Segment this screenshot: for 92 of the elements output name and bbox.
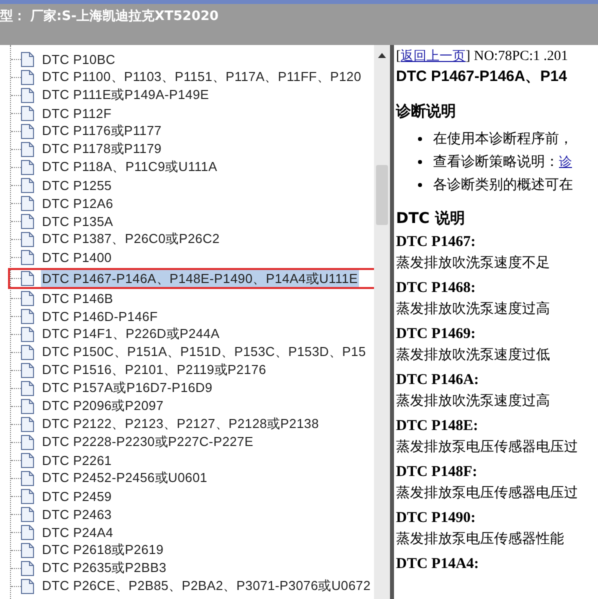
tree-item[interactable]: DTC P1400	[41, 250, 113, 264]
tree-item[interactable]: DTC P2096或P2097	[41, 397, 165, 415]
dtc-code: DTC P1467:	[396, 233, 477, 252]
bullet-icon	[418, 182, 422, 186]
document-icon	[21, 344, 34, 360]
tree-item[interactable]: DTC P12A6	[41, 196, 114, 210]
dtc-code: DTC P1468:	[396, 279, 477, 298]
document-icon	[21, 124, 34, 138]
tree-item[interactable]: DTC P1467-P146A、P148E-P1490、P14A4或U111E	[41, 270, 359, 288]
dtc-code: DTC P148F:	[396, 463, 478, 482]
tree-item[interactable]: DTC P146D-P146F	[41, 308, 159, 324]
tree-item[interactable]: DTC P2261	[41, 452, 113, 468]
bullet-text: 查看诊断策略说明：诊	[433, 152, 572, 170]
document-icon	[21, 506, 34, 522]
bracket: [	[396, 49, 401, 64]
bullet-icon	[418, 160, 422, 164]
dtc-description: 蒸发排放泵电压传感器性能	[396, 530, 565, 549]
document-icon	[21, 88, 34, 102]
document-icon	[21, 578, 34, 594]
dtc-code: DTC P148E:	[396, 417, 480, 436]
bullet-text: 在使用本诊断程序前，	[433, 130, 573, 148]
tree-item[interactable]: DTC P157A或P16D7-P16D9	[41, 379, 214, 397]
document-icon	[21, 470, 34, 486]
document-icon	[21, 178, 34, 192]
document-icon	[21, 214, 34, 228]
document-icon	[21, 142, 34, 156]
document-icon	[21, 160, 34, 174]
document-icon	[21, 488, 34, 504]
dtc-description: 蒸发排放泵电压传感器电压过	[396, 438, 579, 457]
document-title: DTC P1467-P146A、P14	[396, 67, 568, 86]
tree-item[interactable]: DTC P24A4	[41, 524, 114, 540]
document-icon	[21, 452, 34, 468]
tree-item[interactable]: DTC P1100、P1103、P1151、P117A、P11FF、P120	[41, 68, 362, 86]
tree-item[interactable]: DTC P26CE、P2B85、P2BA2、P3071-P3076或U0672	[41, 577, 372, 595]
tree-item[interactable]: DTC P146B	[41, 290, 114, 306]
tree-item[interactable]: DTC P2459	[41, 488, 113, 504]
document-icon	[21, 232, 34, 246]
document-icon	[21, 542, 34, 558]
document-icon	[21, 271, 34, 286]
tree-item[interactable]: DTC P2122、P2123、P2127、P2128或P2138	[41, 415, 320, 433]
tree-item[interactable]: DTC P1255	[41, 178, 113, 192]
tree-item[interactable]: DTC P2228-P2230或P227C-P227E	[41, 433, 254, 451]
document-icon	[21, 524, 34, 540]
bullet-text: 各诊断类别的概述可在	[433, 176, 573, 194]
tree-item[interactable]: DTC P150C、P151A、P151D、P153C、P153D、P15	[41, 343, 367, 361]
document-icon	[21, 250, 34, 264]
doc-number: ] NO:78PC:1 .201	[466, 49, 568, 64]
document-icon	[21, 560, 34, 576]
document-icon	[21, 290, 34, 306]
dtc-description: 蒸发排放泵电压传感器电压过	[396, 484, 579, 503]
tree-item[interactable]: DTC P1387、P26C0或P26C2	[41, 230, 221, 248]
dtc-code: DTC P1490:	[396, 509, 477, 528]
dtc-description: 蒸发排放吹洗泵速度过低	[396, 346, 551, 365]
tree-item[interactable]: DTC P118A、P11C9或U111A	[41, 158, 218, 176]
document-icon	[21, 416, 34, 432]
tree-item[interactable]: DTC P2452-P2456或U0601	[41, 469, 208, 487]
dtc-description: 蒸发排放吹洗泵速度过高	[396, 300, 551, 319]
section-heading: DTC 说明	[396, 209, 466, 228]
tree-item[interactable]: DTC P10BC	[41, 52, 116, 66]
document-icon	[21, 106, 34, 120]
document-icon	[21, 434, 34, 450]
tree-item[interactable]: DTC P111E或P149A-P149E	[41, 86, 210, 104]
dtc-code: DTC P14A4:	[396, 555, 480, 574]
document-icon	[21, 380, 34, 396]
tree-item[interactable]: DTC P112F	[41, 106, 112, 120]
dtc-code: DTC P146A:	[396, 371, 480, 390]
dtc-description: 蒸发排放吹洗泵速度过高	[396, 392, 551, 411]
tree-item[interactable]: DTC P2635或P2BB3	[41, 559, 168, 577]
scrollbar[interactable]	[374, 45, 390, 599]
document-icon	[21, 52, 34, 66]
tree-item[interactable]: DTC P14F1、P226D或P244A	[41, 325, 221, 343]
window-title: 型： 厂家:S-上海凯迪拉克XT52020	[0, 8, 219, 25]
dtc-description: 蒸发排放吹洗泵速度不足	[396, 254, 551, 273]
tree-item[interactable]: DTC P1176或P1177	[41, 122, 163, 140]
document-icon	[21, 362, 34, 378]
tree-item[interactable]: DTC P2463	[41, 506, 113, 522]
bullet-icon	[418, 136, 422, 140]
section-heading: 诊断说明	[396, 102, 457, 121]
scroll-up-icon[interactable]	[378, 53, 386, 58]
document-icon	[21, 70, 34, 84]
document-icon	[21, 398, 34, 414]
back-link[interactable]: 返回上一页	[400, 49, 466, 64]
document-icon	[21, 308, 34, 324]
strategy-link[interactable]: 诊	[559, 154, 572, 170]
document-icon	[21, 196, 34, 210]
tree-item[interactable]: DTC P2618或P2619	[41, 541, 165, 559]
scroll-thumb[interactable]	[376, 165, 388, 225]
dtc-code: DTC P1469:	[396, 325, 477, 344]
tree-item[interactable]: DTC P1516、P2101、P2119或P2176	[41, 361, 268, 379]
tree-item[interactable]: DTC P135A	[41, 214, 114, 228]
document-icon	[21, 326, 34, 342]
tree-item[interactable]: DTC P1178或P1179	[41, 140, 163, 158]
